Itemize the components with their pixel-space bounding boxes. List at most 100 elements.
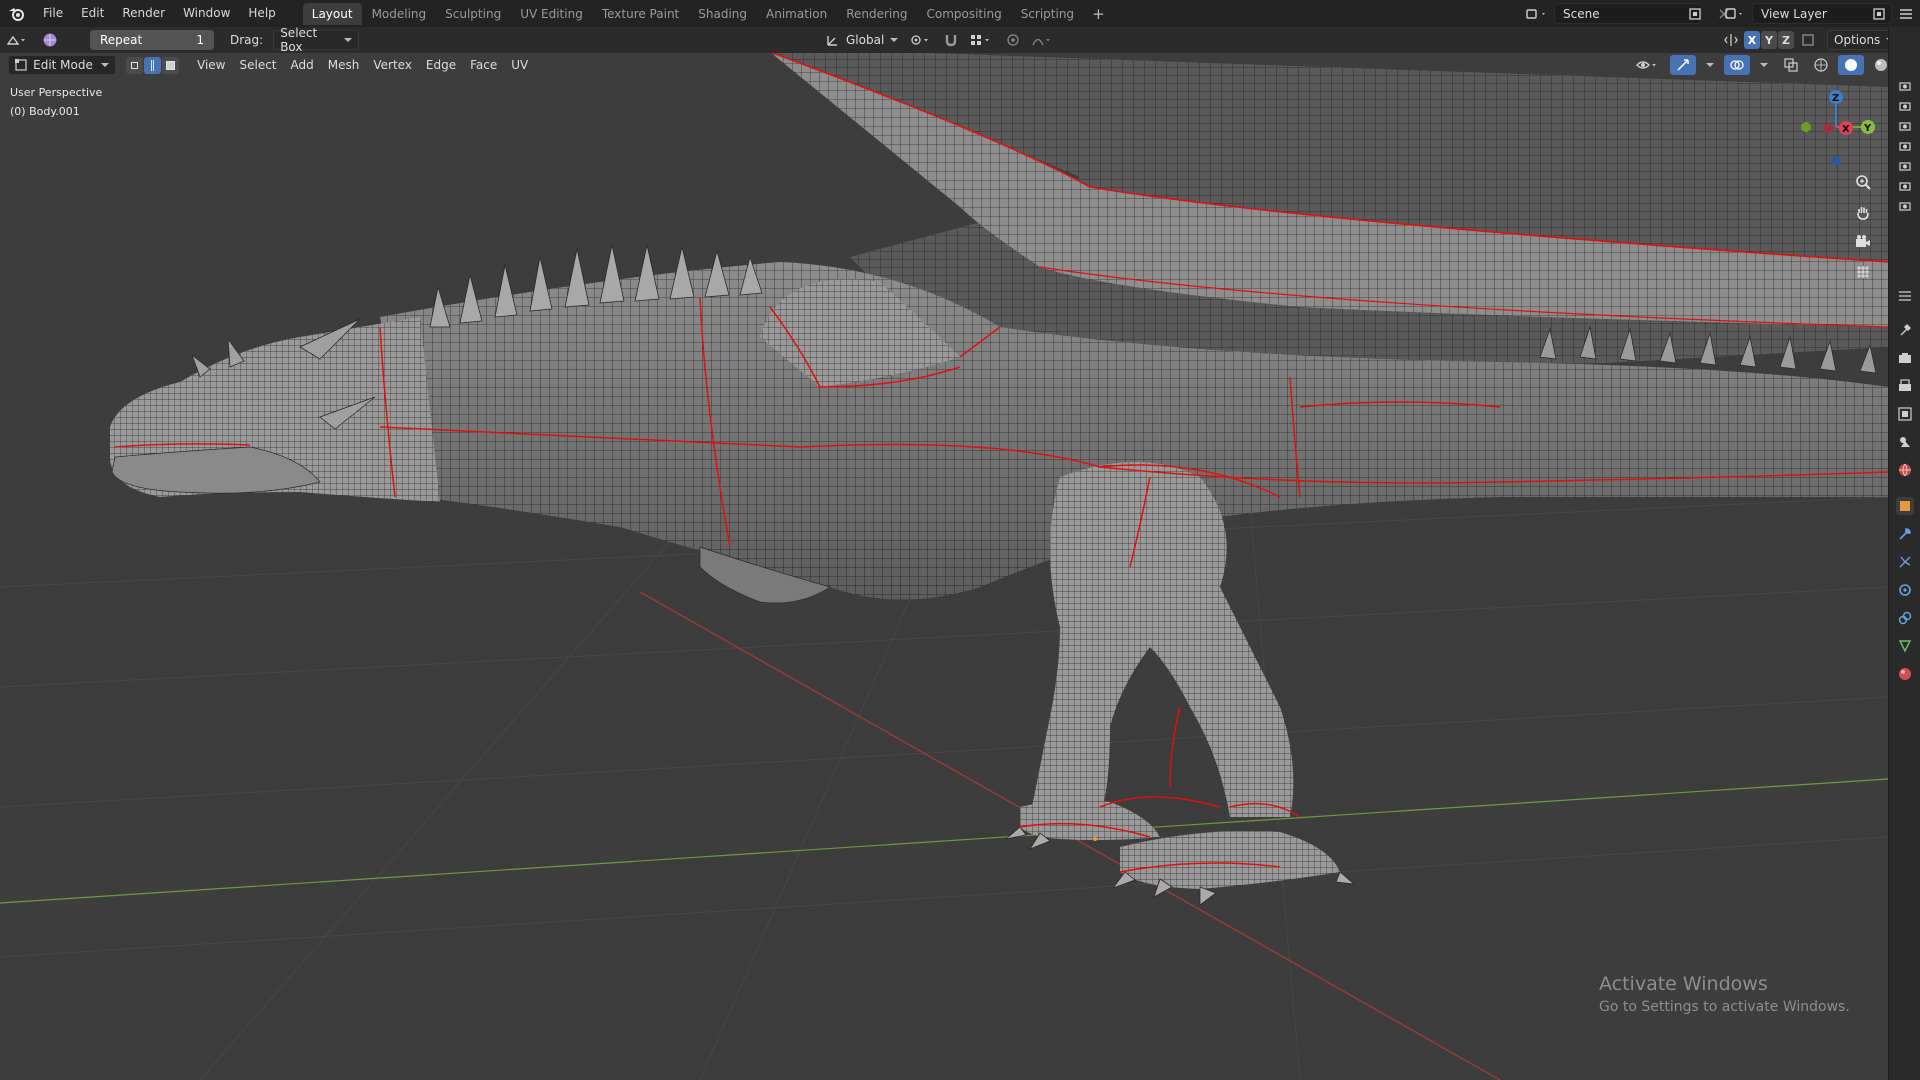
mirror-options-icon[interactable] — [1718, 30, 1744, 50]
menu-edge[interactable]: Edge — [419, 53, 463, 77]
view-name: User Perspective — [10, 86, 103, 99]
wireframe-shading-icon[interactable] — [1808, 55, 1834, 75]
3d-cursor — [1093, 837, 1097, 841]
data-icon[interactable] — [1896, 637, 1914, 655]
modifier-icon[interactable] — [1896, 525, 1914, 543]
world-icon[interactable] — [1896, 461, 1914, 479]
repeat-label: Repeat — [100, 33, 143, 47]
menu-add[interactable]: Add — [284, 53, 321, 77]
camera-view-icon[interactable] — [1854, 233, 1872, 251]
viewport-canvas[interactable]: Z Y X — [0, 27, 1888, 1080]
new-scene-icon[interactable] — [1680, 4, 1710, 24]
menu-file[interactable]: File — [34, 0, 72, 27]
tab-uv-editing[interactable]: UV Editing — [511, 3, 592, 25]
gizmo-dropdown-icon[interactable] — [1700, 55, 1720, 75]
chevron-down-icon — [344, 38, 353, 42]
menu-help[interactable]: Help — [239, 0, 284, 27]
activate-windows-title: Activate Windows — [1599, 973, 1768, 995]
menu-window[interactable]: Window — [174, 0, 239, 27]
menu-select[interactable]: Select — [232, 53, 283, 77]
snap-magnet-icon[interactable] — [938, 30, 964, 50]
constraints-icon[interactable] — [1896, 609, 1914, 627]
face-select-mode-button[interactable] — [162, 56, 179, 74]
scene-icon[interactable] — [1896, 433, 1914, 451]
menu-edit[interactable]: Edit — [72, 0, 113, 27]
pan-hand-icon[interactable] — [1854, 203, 1872, 221]
camera-toggle-icon[interactable] — [1896, 177, 1914, 195]
outliner-toggle-icon[interactable] — [1896, 287, 1914, 305]
tab-compositing[interactable]: Compositing — [917, 3, 1010, 25]
dragon-legs — [1004, 462, 1356, 906]
menu-view[interactable]: View — [190, 53, 232, 77]
menu-uv[interactable]: UV — [504, 53, 535, 77]
drag-select-dropdown[interactable]: Select Box — [273, 26, 360, 54]
output-icon[interactable] — [1896, 377, 1914, 395]
menu-vertex[interactable]: Vertex — [366, 53, 419, 77]
mode-label: Edit Mode — [33, 58, 93, 72]
overlays-icon[interactable] — [1724, 55, 1750, 75]
snap-target-icon[interactable] — [964, 30, 1000, 50]
new-view-layer-icon[interactable] — [1868, 4, 1890, 24]
camera-toggle-icon[interactable] — [1896, 117, 1914, 135]
tab-shading[interactable]: Shading — [689, 3, 756, 25]
pivot-point-icon[interactable] — [904, 30, 938, 50]
edge-select-mode-button[interactable] — [144, 56, 161, 74]
mirror-y-toggle[interactable]: Y — [1761, 31, 1777, 49]
add-workspace-button[interactable]: + — [1084, 5, 1113, 23]
camera-toggle-icon[interactable] — [1896, 137, 1914, 155]
auto-merge-icon[interactable] — [1795, 30, 1821, 50]
physics-icon[interactable] — [1896, 581, 1914, 599]
3d-viewport[interactable]: Z Y X User Perspective (0) Body.001 Acti… — [0, 27, 1888, 1080]
editor-type-icon[interactable] — [0, 30, 36, 50]
camera-toggle-icon[interactable] — [1896, 77, 1914, 95]
drag-select-value: Select Box — [280, 26, 318, 54]
camera-toggle-icon[interactable] — [1896, 197, 1914, 215]
camera-toggle-icon[interactable] — [1896, 97, 1914, 115]
proportional-editing-icon[interactable] — [1000, 30, 1026, 50]
vertex-select-mode-button[interactable] — [126, 56, 143, 74]
material-icon[interactable] — [1896, 665, 1914, 683]
falloff-curve-icon[interactable] — [1026, 30, 1060, 50]
tab-sculpting[interactable]: Sculpting — [436, 3, 510, 25]
view-layer-selector-icon[interactable] — [1724, 4, 1746, 24]
tab-animation[interactable]: Animation — [757, 3, 836, 25]
particles-icon[interactable] — [1896, 553, 1914, 571]
tab-layout[interactable]: Layout — [302, 2, 362, 25]
view-layer-icon[interactable] — [1896, 405, 1914, 423]
menu-render[interactable]: Render — [113, 0, 174, 27]
menu-face[interactable]: Face — [463, 53, 504, 77]
tab-rendering[interactable]: Rendering — [837, 3, 916, 25]
transform-orientation-dropdown[interactable]: Global — [846, 30, 904, 50]
render-icon[interactable] — [1896, 349, 1914, 367]
sidebar-toggle-icon[interactable] — [1892, 0, 1920, 27]
active-tool-sphere-icon[interactable] — [36, 30, 64, 50]
gizmo-toggle-icon[interactable] — [1670, 55, 1696, 75]
camera-toggle-icon[interactable] — [1896, 157, 1914, 175]
solid-shading-icon[interactable] — [1838, 55, 1864, 75]
xray-toggle-icon[interactable] — [1778, 55, 1804, 75]
mode-dropdown[interactable]: Edit Mode — [8, 55, 116, 75]
menu-mesh[interactable]: Mesh — [321, 53, 367, 77]
mirror-z-toggle[interactable]: Z — [1778, 31, 1794, 49]
activate-windows-subtitle: Go to Settings to activate Windows. — [1599, 999, 1850, 1015]
scene-selector-icon[interactable] — [1522, 4, 1552, 24]
tab-scripting[interactable]: Scripting — [1012, 3, 1083, 25]
tab-texture-paint[interactable]: Texture Paint — [593, 3, 688, 25]
visibility-eye-icon[interactable] — [1630, 55, 1666, 75]
y-axis-line — [0, 778, 1888, 904]
tool-icon[interactable] — [1896, 321, 1914, 339]
mirror-x-toggle[interactable]: X — [1744, 31, 1760, 49]
tab-modeling[interactable]: Modeling — [363, 3, 436, 25]
properties-tab-strip — [1888, 27, 1920, 1080]
overlays-dropdown-icon[interactable] — [1754, 55, 1774, 75]
blender-logo-icon[interactable] — [0, 0, 34, 27]
object-icon[interactable] — [1896, 497, 1914, 515]
edit-mode-icon — [15, 59, 27, 71]
transform-orientation-icon[interactable] — [820, 30, 846, 50]
gizmo-y-label: Y — [1863, 123, 1872, 134]
orthographic-grid-icon[interactable] — [1854, 263, 1872, 281]
workspace-tabs: Layout Modeling Sculpting UV Editing Tex… — [302, 0, 1113, 27]
repeat-last-field[interactable]: Repeat 1 — [90, 30, 214, 50]
repeat-count: 1 — [196, 33, 204, 47]
zoom-icon[interactable] — [1854, 173, 1872, 191]
